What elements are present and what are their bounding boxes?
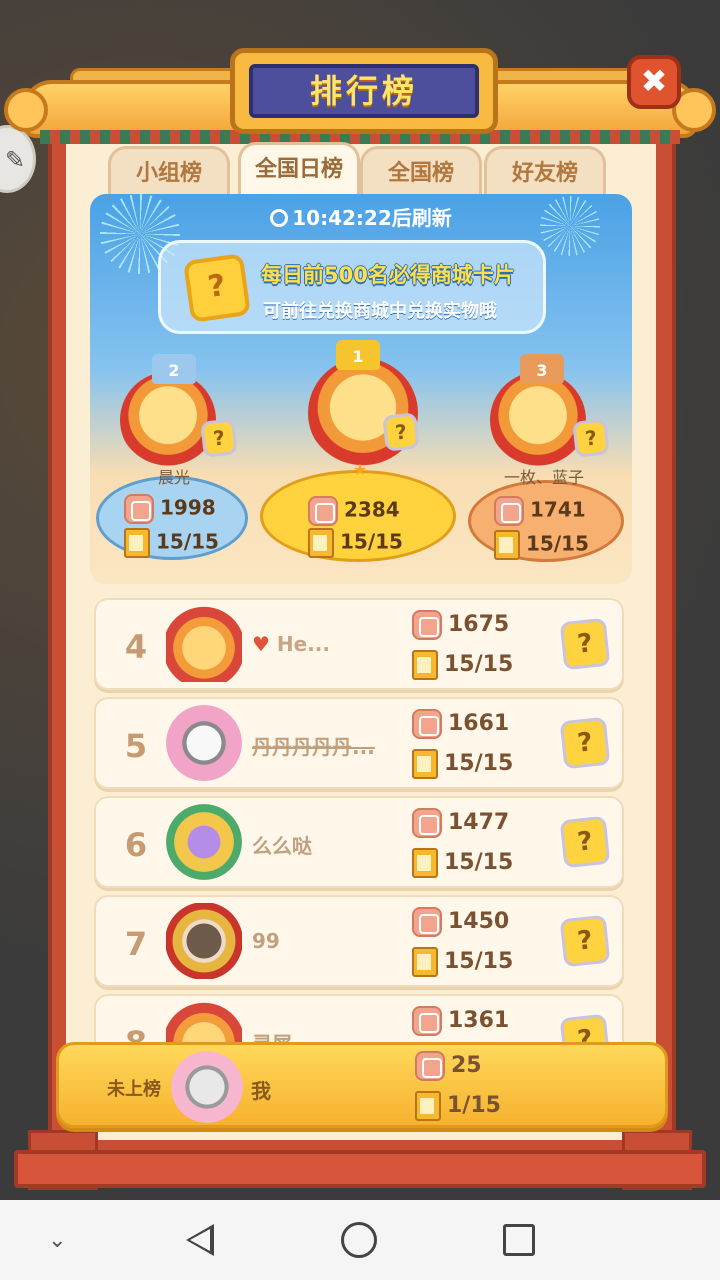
system-nav-bar: ⌄ (0, 1200, 720, 1280)
score-seal-icon (124, 494, 154, 524)
banner-subtitle: 可前往兑换商城中兑换实物哦 (263, 301, 497, 322)
tab-national-daily[interactable]: 全国日榜 (238, 142, 360, 198)
book-icon (412, 650, 438, 680)
tab-friends[interactable]: 好友榜 (484, 146, 606, 196)
score-seal-icon (412, 907, 442, 937)
player-name: ★ (352, 460, 368, 479)
avatar (166, 804, 242, 880)
progress: 15/15 (412, 749, 513, 779)
book-icon (412, 749, 438, 779)
card-icon[interactable]: ? (559, 815, 611, 869)
home-icon[interactable] (341, 1222, 377, 1258)
clock-icon (270, 209, 289, 227)
chevron-down-icon[interactable]: ⌄ (48, 1228, 66, 1253)
score-seal-icon (412, 709, 442, 739)
card-icon: ? (182, 253, 252, 323)
book-icon (494, 530, 520, 560)
frame-base (14, 1150, 706, 1188)
tab-national[interactable]: 全国榜 (360, 146, 482, 196)
back-icon[interactable] (186, 1224, 214, 1256)
score: 2384 (308, 496, 400, 526)
tab-group[interactable]: 小组榜 (108, 146, 230, 196)
page-title: 排行榜 (249, 64, 479, 118)
my-rank-bar[interactable]: 未上榜 我 25 1/15 (56, 1042, 668, 1128)
progress: 15/15 (124, 528, 219, 558)
progress: 15/15 (412, 848, 513, 878)
score-seal-icon (494, 496, 524, 526)
player-name: 丹丹丹丹丹... (252, 735, 375, 759)
list-item[interactable]: 5 丹丹丹丹丹... 1661 15/15 ? (94, 697, 624, 789)
progress: 15/15 (494, 530, 589, 560)
my-score: 25 (415, 1051, 482, 1081)
book-icon (415, 1091, 441, 1121)
heart-icon: ♥ (252, 632, 270, 656)
player-name: 99 (252, 929, 280, 953)
rank-number: 5 (124, 727, 148, 765)
rank-number: 7 (124, 925, 148, 963)
score: 1741 (494, 496, 586, 526)
list-item[interactable]: 7 99 1450 15/15 ? (94, 895, 624, 987)
progress: 15/15 (412, 650, 513, 680)
avatar-third (490, 372, 586, 468)
reward-banner: ? 每日前500名必得商城卡片 可前往兑换商城中兑换实物哦 (158, 240, 546, 334)
rank-number: 4 (124, 628, 148, 666)
score: 1450 (412, 907, 509, 937)
player-name: 晨光 (157, 468, 190, 487)
close-button[interactable]: ✖ (627, 55, 681, 109)
my-progress: 1/15 (415, 1091, 501, 1121)
tab-bar: 小组榜 全国日榜 全国榜 好友榜 (108, 142, 608, 198)
refresh-timer: 10:42:22后刷新 (90, 202, 632, 231)
player-name: 么么哒 (252, 834, 312, 858)
player-name: 一枚、蓝子 (503, 468, 584, 487)
card-icon[interactable]: ? (559, 716, 611, 770)
top-three-panel: 10:42:22后刷新 ? 每日前500名必得商城卡片 可前往兑换商城中兑换实物… (90, 194, 632, 584)
list-item[interactable]: 4 ♥ He... 1675 15/15 ? (94, 598, 624, 690)
avatar (166, 705, 242, 781)
my-avatar (171, 1051, 243, 1123)
crown-first: 1 (336, 340, 380, 370)
title-plaque: 排行榜 (230, 48, 498, 134)
book-icon (124, 528, 150, 558)
score: 1661 (412, 709, 509, 739)
card-icon[interactable]: ? (572, 418, 610, 458)
crown-second: 2 (152, 354, 196, 384)
score: 1477 (412, 808, 509, 838)
score: 1998 (124, 494, 216, 524)
score-seal-icon (412, 1006, 442, 1036)
rank-number: 6 (124, 826, 148, 864)
banner-title: 每日前500名必得商城卡片 (261, 263, 515, 287)
avatar (166, 606, 242, 682)
list-item[interactable]: 6 么么哒 1477 15/15 ? (94, 796, 624, 888)
score: 1675 (412, 610, 509, 640)
close-icon: ✖ (640, 62, 668, 100)
avatar-second (120, 372, 216, 468)
card-icon[interactable]: ? (559, 617, 611, 671)
score-seal-icon (308, 496, 338, 526)
book-icon (412, 848, 438, 878)
crown-third: 3 (520, 354, 564, 384)
score: 1361 (412, 1006, 509, 1036)
recent-apps-icon[interactable] (503, 1224, 535, 1256)
book-icon (412, 947, 438, 977)
book-icon (308, 528, 334, 558)
score-seal-icon (415, 1051, 445, 1081)
progress: 15/15 (412, 947, 513, 977)
card-icon[interactable]: ? (200, 418, 238, 458)
card-icon[interactable]: ? (559, 914, 611, 968)
score-seal-icon (412, 610, 442, 640)
player-name: ♥ He... (252, 632, 331, 656)
avatar (166, 903, 242, 979)
score-seal-icon (412, 808, 442, 838)
my-name: 我 (251, 1079, 271, 1103)
card-icon[interactable]: ? (382, 412, 420, 452)
my-rank-label: 未上榜 (107, 1079, 161, 1100)
tool-icon: ✎ (5, 146, 26, 174)
roof-end-left (4, 88, 48, 132)
progress: 15/15 (308, 528, 403, 558)
